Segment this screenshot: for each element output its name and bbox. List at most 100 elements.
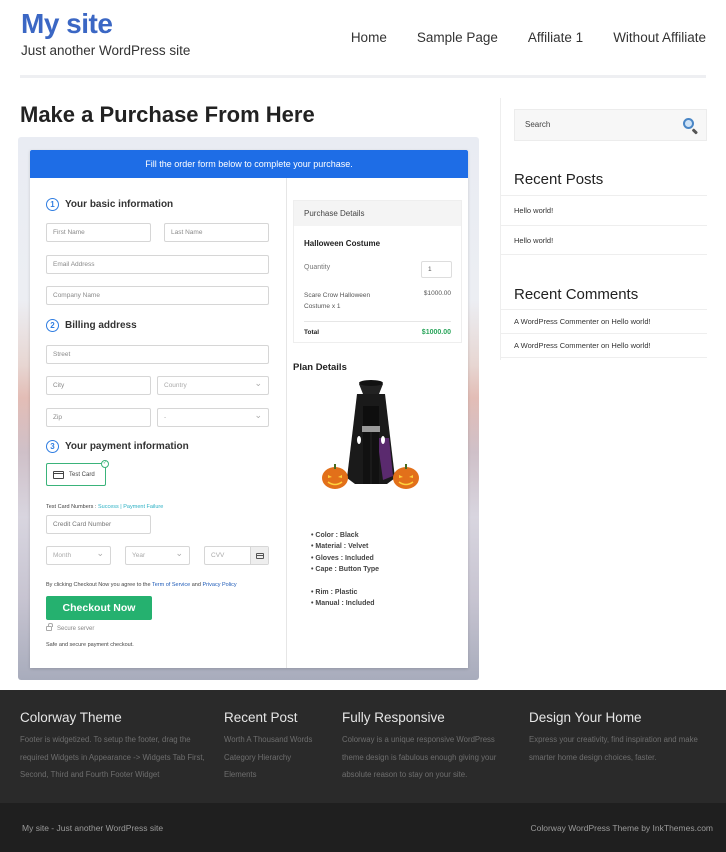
nav-affiliate-1[interactable]: Affiliate 1	[528, 30, 583, 45]
cvv-placeholder: CVV	[211, 552, 225, 559]
terms-link[interactable]: Term of Service	[152, 582, 190, 588]
checkout-form-panel: Fill the order form below to complete yo…	[18, 137, 479, 680]
on-text: on	[598, 317, 612, 326]
country-select[interactable]: Country	[157, 375, 269, 395]
feature-item: Gloves : Included	[311, 553, 379, 564]
company-input[interactable]: Company Name	[46, 286, 269, 305]
comment-post-link[interactable]: Hello world!	[611, 341, 650, 350]
checkout-form: Fill the order form below to complete yo…	[30, 150, 468, 668]
section-title: Your basic information	[65, 199, 174, 210]
plan-features: Color : Black Material : Velvet Gloves :…	[311, 530, 379, 575]
card-back-icon	[250, 547, 268, 564]
plan-features-extra: Rim : Plastic Manual : Included	[311, 587, 374, 610]
card-number-input[interactable]: Credit Card Number	[46, 515, 151, 534]
footer-col-title: Design Your Home	[529, 710, 642, 725]
footer-col-responsive: Fully Responsive Colorway is a unique re…	[342, 710, 517, 784]
recent-post-link[interactable]: Hello world!	[501, 225, 707, 255]
footer-bottom-bar: My site - Just another WordPress site Co…	[0, 803, 726, 852]
column-divider	[286, 178, 287, 668]
step-number: 3	[46, 440, 59, 453]
footer-col-title: Fully Responsive	[342, 710, 445, 725]
credit-card-icon	[53, 470, 64, 479]
year-select[interactable]: Year	[125, 545, 190, 565]
feature-item: Material : Velvet	[311, 541, 379, 552]
page-title: Make a Purchase From Here	[20, 102, 315, 127]
secure-note: Safe and secure payment checkout.	[46, 642, 134, 648]
section-billing: 2 Billing address	[46, 319, 137, 332]
plan-details-heading: Plan Details	[293, 362, 347, 373]
search-icon[interactable]	[683, 118, 694, 129]
sidebar: Search Recent Posts Hello world! Hello w…	[500, 98, 707, 360]
test-card-label: Test Card Numbers :	[46, 504, 98, 510]
footer-link[interactable]: Elements	[224, 766, 334, 784]
footer-link[interactable]: Category Hierarchy	[224, 749, 334, 767]
total-label: Total	[304, 329, 320, 336]
footer-col-text: Express your creativity, find inspiratio…	[529, 735, 698, 762]
section-payment: 3 Your payment information	[46, 440, 189, 453]
line-item: Scare Crow Halloween Costume x 1	[304, 292, 371, 310]
first-name-input[interactable]: First Name	[46, 223, 151, 242]
secure-server: Secure server	[46, 623, 95, 633]
step-number: 1	[46, 198, 59, 211]
purchase-details-heading: Purchase Details	[294, 201, 461, 226]
success-link[interactable]: Success	[98, 504, 119, 510]
recent-comments-title: Recent Comments	[514, 286, 639, 303]
terms-notice: By clicking Checkout Now you agree to th…	[46, 582, 237, 588]
footer-theme-credit[interactable]: Colorway WordPress Theme by InkThemes.co…	[531, 823, 714, 833]
payment-method-label: Test Card	[69, 471, 95, 478]
quantity-label: Quantity	[304, 264, 331, 271]
step-number: 2	[46, 319, 59, 332]
comment-author-link[interactable]: A WordPress Commenter	[514, 317, 599, 326]
payment-failure-link[interactable]: Payment Failure	[123, 504, 163, 510]
cvv-input[interactable]: CVV	[204, 546, 269, 565]
product-name: Halloween Costume	[304, 239, 381, 248]
on-text: on	[598, 341, 612, 350]
form-banner: Fill the order form below to complete yo…	[30, 150, 468, 178]
purchase-details: Purchase Details Halloween Costume Quant…	[293, 200, 462, 343]
zip-input[interactable]: Zip	[46, 408, 151, 427]
recent-comment: A WordPress Commenter on Hello world!	[501, 333, 707, 358]
divider	[304, 321, 451, 322]
nav-without-affiliate[interactable]: Without Affiliate	[613, 30, 706, 45]
comment-author-link[interactable]: A WordPress Commenter	[514, 341, 599, 350]
footer-col-title: Recent Post	[224, 710, 298, 725]
footer-link[interactable]: Worth A Thousand Words	[224, 731, 334, 749]
site-tagline: Just another WordPress site	[21, 43, 191, 58]
and-text: and	[190, 582, 203, 588]
footer-col-recent-post: Recent Post Worth A Thousand Words Categ…	[224, 710, 334, 784]
site-title[interactable]: My site	[21, 8, 113, 40]
search-input[interactable]: Search	[514, 109, 707, 141]
search-placeholder: Search	[525, 120, 551, 129]
footer-col-text: Footer is widgetized. To setup the foote…	[20, 735, 205, 779]
recent-posts-title: Recent Posts	[514, 171, 604, 188]
email-input[interactable]: Email Address	[46, 255, 269, 274]
site-header: My site Just another WordPress site Home…	[0, 0, 726, 80]
street-input[interactable]: Street	[46, 345, 269, 364]
footer-col-design: Design Your Home Express your creativity…	[529, 710, 721, 766]
footer-col-title: Colorway Theme	[20, 710, 122, 725]
quantity-input[interactable]: 1	[421, 261, 452, 278]
feature-item: Cape : Button Type	[311, 564, 379, 575]
section-title: Your payment information	[65, 441, 189, 452]
city-input[interactable]: City	[46, 376, 151, 395]
section-basic-info: 1 Your basic information	[46, 198, 173, 211]
month-select[interactable]: Month	[46, 545, 111, 565]
section-title: Billing address	[65, 320, 137, 331]
nav-sample-page[interactable]: Sample Page	[417, 30, 498, 45]
test-card-option[interactable]: Test Card ✓	[46, 460, 109, 486]
main-nav: Home Sample Page Affiliate 1 Without Aff…	[351, 30, 706, 45]
footer-widgets: Colorway Theme Footer is widgetized. To …	[0, 690, 726, 803]
checkout-now-button[interactable]: Checkout Now	[46, 596, 152, 620]
last-name-input[interactable]: Last Name	[164, 223, 269, 242]
comment-post-link[interactable]: Hello world!	[611, 317, 650, 326]
check-icon: ✓	[101, 460, 109, 468]
secure-server-label: Secure server	[57, 626, 95, 633]
feature-item: Color : Black	[311, 530, 379, 541]
privacy-link[interactable]: Privacy Policy	[202, 582, 236, 588]
footer-site-credit: My site - Just another WordPress site	[22, 823, 164, 833]
footer-col-colorway: Colorway Theme Footer is widgetized. To …	[20, 710, 215, 784]
nav-home[interactable]: Home	[351, 30, 387, 45]
recent-post-link[interactable]: Hello world!	[501, 195, 707, 225]
state-select[interactable]: -	[157, 407, 269, 427]
feature-item: Manual : Included	[311, 598, 374, 609]
